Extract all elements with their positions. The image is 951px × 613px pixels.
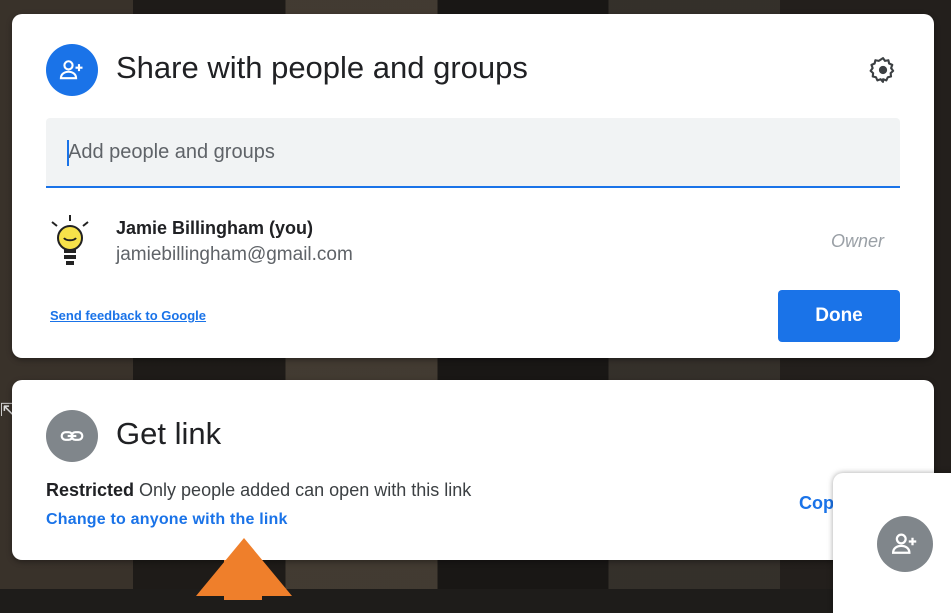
share-title: Share with people and groups bbox=[116, 50, 528, 85]
link-access-status: Restricted Only people added can open wi… bbox=[46, 480, 471, 501]
copy-link-button[interactable]: Cop bbox=[799, 493, 834, 514]
person-name: Jamie Billingham (you) bbox=[116, 218, 314, 238]
change-link-access-link[interactable]: Change to anyone with the link bbox=[46, 511, 288, 529]
gear-icon[interactable] bbox=[868, 55, 898, 85]
annotation-arrow-tail bbox=[224, 560, 262, 600]
avatar bbox=[48, 214, 92, 270]
share-dialog: Share with people and groups Jamie Billi… bbox=[12, 14, 934, 358]
done-button[interactable]: Done bbox=[778, 290, 900, 342]
send-feedback-link[interactable]: Send feedback to Google bbox=[50, 308, 206, 323]
text-caret bbox=[67, 140, 69, 166]
person-email: jamiebillingham@gmail.com bbox=[116, 244, 353, 265]
person-add-icon bbox=[46, 44, 98, 96]
get-link-dialog: Get link Restricted Only people added ca… bbox=[12, 380, 934, 560]
overlay-share-panel bbox=[833, 473, 951, 613]
restricted-description: Only people added can open with this lin… bbox=[134, 480, 472, 500]
person-add-icon[interactable] bbox=[877, 516, 933, 572]
add-people-field[interactable] bbox=[46, 118, 900, 188]
link-icon bbox=[46, 410, 98, 462]
restricted-label: Restricted bbox=[46, 480, 135, 500]
add-people-input[interactable] bbox=[46, 118, 900, 186]
get-link-title: Get link bbox=[116, 416, 222, 451]
role-label: Owner bbox=[830, 231, 884, 251]
